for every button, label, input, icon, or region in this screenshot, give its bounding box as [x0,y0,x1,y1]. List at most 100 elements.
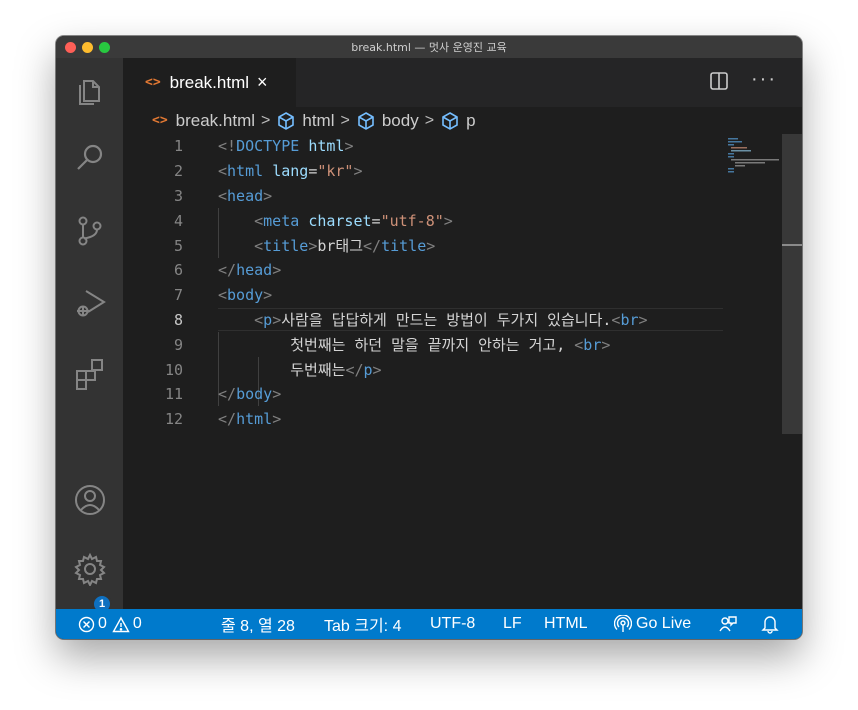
code-token: < [254,211,264,230]
code-token: > [344,137,354,156]
source-control-icon[interactable] [72,213,108,249]
code-line[interactable]: 12 </html> [123,407,723,432]
chevron-right-icon: > [261,111,271,129]
code-token: < [254,311,264,330]
error-count: 0 [98,615,107,632]
code-token: meta [263,211,300,230]
code-editor[interactable]: 1 <!DOCTYPE html> 2 <html lang="kr"> 3 <head>… [123,134,723,609]
code-token: body [227,286,264,305]
split-editor-icon[interactable] [709,71,729,91]
scrollbar-thumb[interactable] [782,134,802,434]
code-line[interactable]: 2 <html lang="kr"> [123,159,723,184]
line-number: 4 [173,211,183,230]
minimize-window-button[interactable] [82,42,93,53]
code-token: = [371,211,381,230]
code-token: < [218,162,228,181]
breadcrumb: <> break.html > html > body > p [123,107,802,134]
line-number: 10 [164,360,183,379]
feedback-icon[interactable] [718,609,738,639]
code-token: < [218,186,228,205]
line-number: 3 [173,186,183,205]
line-number: 12 [164,410,183,429]
code-line[interactable]: 4 <meta charset="utf-8"> [123,208,723,233]
code-line[interactable]: 9 첫번째는 하던 말을 끝까지 안하는 거고, <br> [123,332,723,357]
code-token: </ [363,237,382,256]
settings-gear-icon[interactable] [72,551,108,587]
more-actions-icon[interactable]: ··· [751,68,777,91]
language-mode-status[interactable]: HTML [544,609,588,639]
code-token: <! [218,137,237,156]
broadcast-icon [614,615,632,632]
breadcrumb-item-p[interactable]: p [466,111,475,131]
line-number: 5 [173,236,183,255]
tab-break-html[interactable]: <> break.html × [123,58,296,107]
code-token: 사람을 답답하게 만드는 방법이 두가지 있습니다. [281,311,612,330]
code-token: > [263,286,273,305]
code-token: > [272,385,282,404]
close-window-button[interactable] [65,42,76,53]
code-text: 첫번째는 하던 말을 끝까지 안하는 거고, <br> [218,334,610,355]
tab-size-status[interactable]: Tab 크기: 4 [324,609,401,639]
code-token: < [574,336,584,355]
code-line[interactable]: 5 <title>br태그</title> [123,233,723,258]
code-token: > [601,336,611,355]
chevron-right-icon: > [340,111,350,129]
code-token: DOCTYPE [236,137,300,156]
code-token: > [443,211,453,230]
tab-bar: <> break.html × ··· [123,58,802,107]
code-token: p [263,311,273,330]
notifications-bell-icon[interactable] [761,609,779,639]
breadcrumb-item-body[interactable]: body [382,111,419,131]
code-token: < [254,237,264,256]
problems-status[interactable]: 0 0 [78,609,142,639]
code-line[interactable]: 3 <head> [123,184,723,209]
error-icon [78,616,95,632]
code-line[interactable]: 6 </head> [123,258,723,283]
code-line[interactable]: 10 두번째는</p> [123,357,723,382]
encoding-status[interactable]: UTF-8 [430,609,475,639]
account-icon[interactable] [72,482,108,518]
html-file-icon: <> [145,75,161,90]
code-token: </ [218,410,237,429]
maximize-window-button[interactable] [99,42,110,53]
run-debug-icon[interactable] [72,284,108,320]
vscode-window: break.html — 멋사 운영진 교육 1 <> break.html × [56,36,802,639]
code-token: p [363,361,373,380]
breadcrumb-file[interactable]: break.html [176,111,255,131]
line-number: 11 [164,385,183,404]
code-token: "utf-8" [380,211,444,230]
tab-label: break.html [169,72,250,92]
code-line[interactable]: 7 <body> [123,283,723,308]
symbol-element-icon [358,111,374,130]
extensions-icon[interactable] [72,356,108,392]
eol-status[interactable]: LF [503,609,522,639]
code-text: </head> [218,261,281,279]
code-text: <head> [218,187,272,205]
code-line[interactable]: 11 </body> [123,382,723,407]
code-line[interactable]: 1 <!DOCTYPE html> [123,134,723,159]
code-token: head [236,261,273,280]
code-token: body [236,385,273,404]
code-token: "kr" [317,162,354,181]
go-live-button[interactable]: Go Live [614,609,691,639]
minimap[interactable] [726,136,782,176]
code-text: </html> [218,410,281,428]
line-number: 9 [173,335,183,354]
warning-icon [112,616,130,632]
code-token: br태그 [317,237,364,256]
code-token: > [263,186,273,205]
explorer-icon[interactable] [72,72,108,108]
breadcrumb-item-html[interactable]: html [302,111,334,131]
code-token: 두번째는 [218,361,346,380]
code-token: > [426,237,436,256]
search-icon[interactable] [72,140,108,176]
code-line[interactable]: 8 <p>사람을 답답하게 만드는 방법이 두가지 있습니다.<br> [123,308,723,333]
code-token: head [227,186,264,205]
close-tab-icon[interactable]: × [257,72,268,93]
cursor-position-status[interactable]: 줄 8, 열 28 [221,609,295,639]
code-text: </body> [218,385,281,403]
